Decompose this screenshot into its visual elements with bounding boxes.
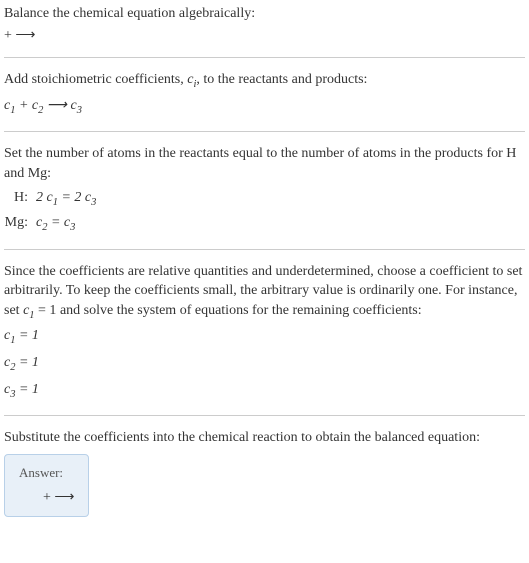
- section2-title-pre: Add stoichiometric coefficients,: [4, 72, 187, 87]
- atom-row-h: H: 2 c1 = 2 c3: [4, 187, 525, 212]
- divider-4: [4, 415, 525, 416]
- solve-line-3: c3 = 1: [4, 379, 525, 404]
- h-rhs-sub: 3: [91, 197, 96, 208]
- section3-title: Set the number of atoms in the reactants…: [4, 144, 525, 183]
- atom-label-mg: Mg:: [4, 212, 36, 234]
- atom-eq-mg: c2 = c3: [36, 212, 75, 237]
- section2-eq: c1 + c2 ⟶ c3: [4, 95, 525, 120]
- atom-row-mg: Mg: c2 = c3: [4, 212, 525, 237]
- atom-eq-h: 2 c1 = 2 c3: [36, 187, 96, 212]
- solve-line-2: c2 = 1: [4, 352, 525, 377]
- section4-post: and solve the system of equations for th…: [56, 303, 421, 318]
- section-substitute: Substitute the coefficients into the che…: [4, 428, 525, 517]
- section-atoms: Set the number of atoms in the reactants…: [4, 144, 525, 236]
- answer-eq: + ⟶: [19, 489, 74, 506]
- section1-eq: + ⟶: [4, 26, 525, 46]
- section-solve: Since the coefficients are relative quan…: [4, 262, 525, 403]
- h-rhs-coef: 2: [74, 190, 85, 205]
- l3-val: = 1: [15, 382, 38, 397]
- section-balance: Balance the chemical equation algebraica…: [4, 4, 525, 45]
- section5-title: Substitute the coefficients into the che…: [4, 428, 525, 448]
- plus: +: [15, 98, 31, 113]
- section2-title-post: , to the reactants and products:: [196, 72, 367, 87]
- l1-val: = 1: [15, 328, 38, 343]
- arrow: ⟶: [43, 98, 70, 113]
- l2-val: = 1: [15, 355, 38, 370]
- divider-2: [4, 131, 525, 132]
- divider-1: [4, 57, 525, 58]
- mg-eq: =: [47, 215, 63, 230]
- atom-label-h: H:: [4, 187, 36, 209]
- section2-title: Add stoichiometric coefficients, ci, to …: [4, 70, 525, 92]
- section1-title: Balance the chemical equation algebraica…: [4, 4, 525, 24]
- mg-rhs-sub: 3: [70, 222, 75, 233]
- section-coefficients: Add stoichiometric coefficients, ci, to …: [4, 70, 525, 119]
- h-eq: =: [58, 190, 74, 205]
- c3-sub: 3: [77, 104, 82, 115]
- section4-title: Since the coefficients are relative quan…: [4, 262, 525, 324]
- h-lhs-coef: 2: [36, 190, 47, 205]
- answer-label: Answer:: [19, 465, 74, 481]
- atom-table: H: 2 c1 = 2 c3 Mg: c2 = c3: [4, 187, 525, 236]
- solve-line-1: c1 = 1: [4, 325, 525, 350]
- answer-box: Answer: + ⟶: [4, 454, 89, 517]
- divider-3: [4, 249, 525, 250]
- section4-mid: = 1: [35, 303, 57, 318]
